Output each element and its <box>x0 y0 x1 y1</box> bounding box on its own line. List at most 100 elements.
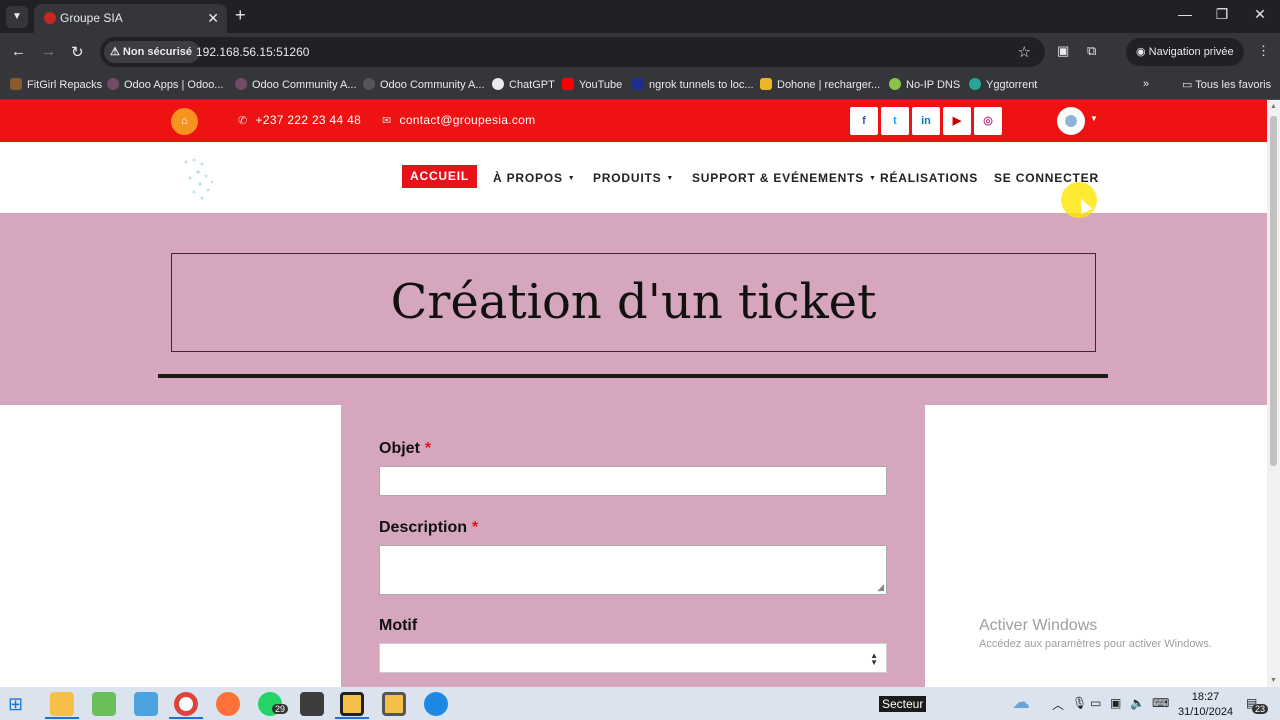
divider <box>158 374 1108 378</box>
security-label: Non sécurisé <box>122 46 193 58</box>
description-textarea[interactable]: ◢ <box>379 545 887 595</box>
bookmark-label: No-IP DNS <box>906 79 961 91</box>
keyboard-icon[interactable]: ⌨ <box>1152 696 1169 710</box>
phone-icon: ✆ <box>238 115 248 127</box>
close-window-icon[interactable]: ✕ <box>1250 6 1270 23</box>
bookmark-item[interactable]: Odoo Community A... <box>235 78 357 91</box>
reload-icon[interactable]: ↻ <box>71 43 84 61</box>
forward-icon[interactable]: → <box>41 43 56 60</box>
bookmark-label: ChatGPT <box>509 79 555 91</box>
github-icon <box>363 78 375 90</box>
firefox-icon[interactable] <box>216 692 240 716</box>
page-scrollbar[interactable]: ▲ ▼ <box>1267 100 1280 687</box>
reason-label: Motif <box>379 617 417 635</box>
bookmark-label: Dohone | recharger... <box>777 79 881 91</box>
system-clock[interactable]: 18:27 31/10/2024 <box>1178 690 1233 720</box>
watermark-title: Activer Windows <box>979 617 1098 634</box>
bookmark-item[interactable]: Dohone | recharger... <box>760 78 880 91</box>
tray-overflow-icon[interactable]: ︿ <box>1052 696 1064 713</box>
bookmark-label: ngrok tunnels to loc... <box>649 79 754 91</box>
subject-input[interactable] <box>379 466 887 496</box>
instagram-icon[interactable]: ◎ <box>974 107 1002 135</box>
home-icon[interactable]: ⌂ <box>171 108 198 135</box>
minimize-icon[interactable]: — <box>1175 6 1195 22</box>
phone-contact[interactable]: ✆ +237 222 23 44 48 <box>238 113 361 127</box>
linkedin-icon[interactable]: in <box>912 107 940 135</box>
bookmark-item[interactable]: YouTube <box>562 78 622 91</box>
required-mark: * <box>424 440 432 457</box>
chrome-icon[interactable] <box>174 692 198 716</box>
bookmark-label: Yggtorrent <box>986 79 1038 91</box>
power-tooltip: Secteur <box>879 696 927 712</box>
edge-app-icon[interactable] <box>424 692 448 716</box>
menu-dots-icon[interactable]: ⋮ <box>1257 43 1270 59</box>
bookmark-star-icon[interactable]: ☆ <box>1018 43 1031 61</box>
resize-handle-icon[interactable]: ◢ <box>877 582 884 593</box>
network-icon[interactable]: ▣ <box>1110 696 1121 710</box>
email-contact[interactable]: ✉ contact@groupesia.com <box>382 113 535 127</box>
bookmark-item[interactable]: Odoo Community A... <box>363 78 485 91</box>
scrollbar-thumb[interactable] <box>1270 116 1277 466</box>
notes-app-icon[interactable] <box>382 692 406 716</box>
volume-icon[interactable]: 🔈 <box>1130 696 1145 710</box>
facebook-icon[interactable]: f <box>850 107 878 135</box>
bookmark-item[interactable]: Odoo Apps | Odoo... <box>107 78 223 91</box>
active-indicator <box>169 717 203 719</box>
bookmark-label: FitGirl Repacks <box>27 79 103 91</box>
windows-start-icon[interactable]: ⊞ <box>8 692 32 716</box>
windows-taskbar: ⊞ 29 <box>0 687 1280 720</box>
windows-activation-watermark: Activer Windows Accédez aux paramètres p… <box>979 617 1212 650</box>
weather-icon[interactable]: ☁ <box>1012 692 1030 713</box>
active-indicator <box>335 717 369 719</box>
maximize-icon[interactable]: ❐ <box>1212 6 1232 23</box>
new-tab-button[interactable]: + <box>235 5 246 26</box>
bookmark-item[interactable]: ngrok tunnels to loc... <box>632 78 754 91</box>
tab-search-button[interactable]: ▼ <box>6 6 28 28</box>
nav-about[interactable]: À PROPOS ▼ <box>493 171 575 185</box>
youtube-icon[interactable]: ▶ <box>943 107 971 135</box>
scroll-down-icon[interactable]: ▼ <box>1270 677 1277 684</box>
address-bar[interactable]: ⚠ Non sécurisé 192.168.56.15:51260 ☆ <box>100 37 1045 67</box>
bookmark-item[interactable]: Yggtorrent <box>969 78 1037 91</box>
page-hero: Création d'un ticket <box>0 213 1267 405</box>
file-explorer-icon[interactable] <box>50 692 74 716</box>
select-arrows-icon: ▲ ▼ <box>870 651 878 667</box>
globe-icon <box>1065 115 1077 127</box>
bookmark-favicon <box>10 78 22 90</box>
phone-number: +237 222 23 44 48 <box>255 113 362 127</box>
extensions-puzzle-icon[interactable]: ⧉ <box>1087 43 1096 59</box>
chatgpt-icon <box>492 78 504 90</box>
bookmark-item[interactable]: FitGirl Repacks <box>10 78 102 91</box>
terminal-icon[interactable] <box>300 692 324 716</box>
app-icon[interactable] <box>134 692 158 716</box>
back-icon[interactable]: ← <box>11 43 26 60</box>
subject-label-text: Objet <box>379 440 420 457</box>
nav-products[interactable]: PRODUITS ▼ <box>593 171 674 185</box>
bookmark-label: YouTube <box>579 79 623 91</box>
image-app-icon[interactable] <box>92 692 116 716</box>
bookmark-favicon <box>969 78 981 90</box>
twitter-icon[interactable]: t <box>881 107 909 135</box>
reason-select[interactable]: ▲ ▼ <box>379 643 887 673</box>
site-logo[interactable] <box>172 152 222 204</box>
nav-support[interactable]: SUPPORT & EVÉNEMENTS ▼ <box>692 171 877 185</box>
battery-icon[interactable]: ▭ <box>1090 696 1101 710</box>
more-bookmarks-icon[interactable]: » <box>1143 78 1149 90</box>
security-chip[interactable]: ⚠ Non sécurisé <box>104 41 201 63</box>
url-text[interactable]: 192.168.56.15:51260 <box>196 45 309 59</box>
caret-down-icon: ▼ <box>869 175 877 182</box>
sticky-notes-icon[interactable] <box>340 692 364 716</box>
scroll-up-icon[interactable]: ▲ <box>1270 103 1277 110</box>
all-bookmarks[interactable]: ▭ Tous les favoris <box>1182 78 1271 91</box>
browser-tab-active[interactable]: Groupe SIA ✕ <box>34 4 227 33</box>
language-selector[interactable] <box>1057 107 1085 135</box>
extension-icon[interactable]: ▣ <box>1057 43 1069 59</box>
bookmark-item[interactable]: No-IP DNS <box>889 78 960 91</box>
microphone-icon[interactable]: 🎙 <box>1072 696 1087 710</box>
language-caret-icon[interactable]: ▼ <box>1090 114 1098 123</box>
private-mode-chip[interactable]: ◉ Navigation privée <box>1126 38 1244 66</box>
nav-realisations[interactable]: RÉALISATIONS <box>880 171 978 185</box>
bookmark-item[interactable]: ChatGPT <box>492 78 555 91</box>
nav-home[interactable]: ACCUEIL <box>402 165 477 188</box>
tab-close-icon[interactable]: ✕ <box>207 10 219 27</box>
